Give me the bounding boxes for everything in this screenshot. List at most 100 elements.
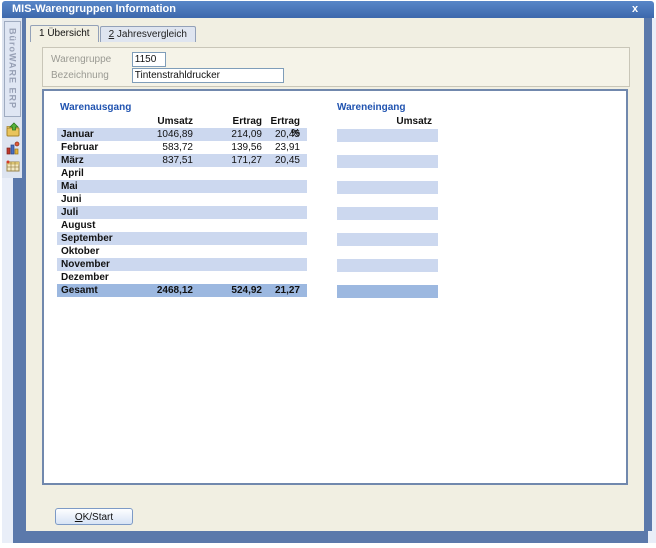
frame-corner-left bbox=[2, 531, 13, 543]
table-icon[interactable] bbox=[5, 158, 21, 174]
month-label: Januar bbox=[57, 128, 134, 141]
mis-warengruppen-window: MIS-Warengruppen Information x BüroWARE … bbox=[0, 0, 656, 548]
umsatz-value bbox=[134, 232, 193, 245]
wareneingang-row bbox=[337, 155, 438, 168]
wareneingang-row bbox=[337, 259, 438, 272]
table-row: April bbox=[57, 167, 307, 180]
umsatz-value bbox=[134, 258, 193, 271]
table-row: August bbox=[57, 219, 307, 232]
month-label: Juni bbox=[57, 193, 134, 206]
frame-right-edge bbox=[652, 18, 656, 543]
ertrag-value bbox=[193, 232, 262, 245]
ertrag-pct-value: 20,45 bbox=[262, 154, 300, 167]
wareneingang-row bbox=[337, 194, 438, 207]
warenausgang-title: Warenausgang bbox=[60, 102, 131, 113]
frame-bottom-bar bbox=[13, 531, 648, 543]
table-row: Februar 583,72 139,56 23,91 bbox=[57, 141, 307, 154]
month-label: April bbox=[57, 167, 134, 180]
umsatz-value: 1046,89 bbox=[134, 128, 193, 141]
table-row: März 837,51 171,27 20,45 bbox=[57, 154, 307, 167]
wareneingang-row bbox=[337, 233, 438, 246]
ertrag-value bbox=[193, 206, 262, 219]
ertrag-value bbox=[193, 258, 262, 271]
wareneingang-row bbox=[337, 246, 438, 259]
ertrag-pct-value: 20,45 bbox=[262, 128, 300, 141]
month-label: November bbox=[57, 258, 134, 271]
tab-bar: 1 Übersicht 2 Jahresvergleich bbox=[30, 26, 196, 42]
table-row: Juli bbox=[57, 206, 307, 219]
titlebar: MIS-Warengruppen Information x bbox=[2, 1, 654, 18]
month-label: August bbox=[57, 219, 134, 232]
open-folder-icon[interactable] bbox=[5, 122, 21, 138]
table-row: Januar 1046,89 214,09 20,45 bbox=[57, 128, 307, 141]
ertrag-pct-value: 23,91 bbox=[262, 141, 300, 154]
umsatz-value bbox=[134, 193, 193, 206]
chart-icon[interactable] bbox=[5, 140, 21, 156]
ertrag-pct-value bbox=[262, 245, 300, 258]
close-icon[interactable]: x bbox=[628, 1, 642, 18]
ertrag-value bbox=[193, 219, 262, 232]
tab-jahresvergleich[interactable]: 2 Jahresvergleich bbox=[100, 26, 196, 42]
frame-corner-right bbox=[648, 531, 654, 543]
wareneingang-row bbox=[337, 207, 438, 220]
col-umsatz: Umsatz bbox=[134, 116, 193, 128]
warenausgang-table: Umsatz Ertrag Ertrag % Januar 1046,89 21… bbox=[57, 116, 307, 297]
umsatz-value: 583,72 bbox=[134, 141, 193, 154]
umsatz-value bbox=[134, 271, 193, 284]
umsatz-value bbox=[134, 219, 193, 232]
frame-right-strip bbox=[644, 18, 652, 531]
month-label: Gesamt bbox=[57, 284, 134, 297]
ertrag-value: 214,09 bbox=[193, 128, 262, 141]
umsatz-value bbox=[134, 245, 193, 258]
ertrag-pct-value bbox=[262, 180, 300, 193]
wareneingang-row bbox=[337, 142, 438, 155]
ertrag-value bbox=[193, 180, 262, 193]
ertrag-pct-value bbox=[262, 167, 300, 180]
month-label: Dezember bbox=[57, 271, 134, 284]
warenausgang-header-row: Umsatz Ertrag Ertrag % bbox=[57, 116, 307, 128]
wareneingang-title: Wareneingang bbox=[337, 102, 406, 113]
warenausgang-rows: Januar 1046,89 214,09 20,45 Februar 583,… bbox=[57, 128, 307, 297]
ertrag-pct-value bbox=[262, 193, 300, 206]
wareneingang-rows bbox=[337, 129, 438, 298]
col-umsatz-right: Umsatz bbox=[337, 116, 438, 128]
wareneingang-row bbox=[337, 168, 438, 181]
col-ertrag-pct: Ertrag % bbox=[262, 116, 300, 128]
warengruppe-field[interactable] bbox=[132, 52, 166, 67]
ok-start-button[interactable]: OK/Start bbox=[55, 508, 133, 525]
ertrag-value bbox=[193, 245, 262, 258]
wareneingang-table: Umsatz bbox=[337, 116, 438, 298]
warengruppe-label: Warengruppe bbox=[51, 52, 129, 67]
table-row: September bbox=[57, 232, 307, 245]
brand-label: BüroWARE ERP bbox=[8, 28, 18, 109]
wareneingang-total-row bbox=[337, 285, 438, 298]
ertrag-pct-value bbox=[262, 271, 300, 284]
bezeichnung-field[interactable] bbox=[132, 68, 284, 83]
table-row: Mai bbox=[57, 180, 307, 193]
month-label: Oktober bbox=[57, 245, 134, 258]
ertrag-pct-value: 21,27 bbox=[262, 284, 300, 297]
report-area: Warenausgang Wareneingang Umsatz Ertrag … bbox=[42, 89, 628, 485]
window-title: MIS-Warengruppen Information bbox=[2, 1, 654, 18]
table-row: November bbox=[57, 258, 307, 271]
umsatz-value bbox=[134, 206, 193, 219]
umsatz-value: 2468,12 bbox=[134, 284, 193, 297]
total-row: Gesamt 2468,12 524,92 21,27 bbox=[57, 284, 307, 297]
table-row: Juni bbox=[57, 193, 307, 206]
umsatz-value bbox=[134, 167, 193, 180]
month-label: Juli bbox=[57, 206, 134, 219]
header-groupbox: Warengruppe Bezeichnung bbox=[42, 47, 630, 87]
wareneingang-row bbox=[337, 181, 438, 194]
month-label: September bbox=[57, 232, 134, 245]
wareneingang-row bbox=[337, 220, 438, 233]
tab-uebersicht[interactable]: 1 Übersicht bbox=[30, 25, 99, 42]
col-ertrag: Ertrag bbox=[193, 116, 262, 128]
wareneingang-row bbox=[337, 129, 438, 142]
umsatz-value: 837,51 bbox=[134, 154, 193, 167]
ertrag-value bbox=[193, 193, 262, 206]
ertrag-pct-value bbox=[262, 219, 300, 232]
brand-panel: BüroWARE ERP bbox=[4, 21, 21, 117]
ertrag-pct-value bbox=[262, 258, 300, 271]
month-label: März bbox=[57, 154, 134, 167]
sidebar: BüroWARE ERP bbox=[2, 18, 22, 178]
